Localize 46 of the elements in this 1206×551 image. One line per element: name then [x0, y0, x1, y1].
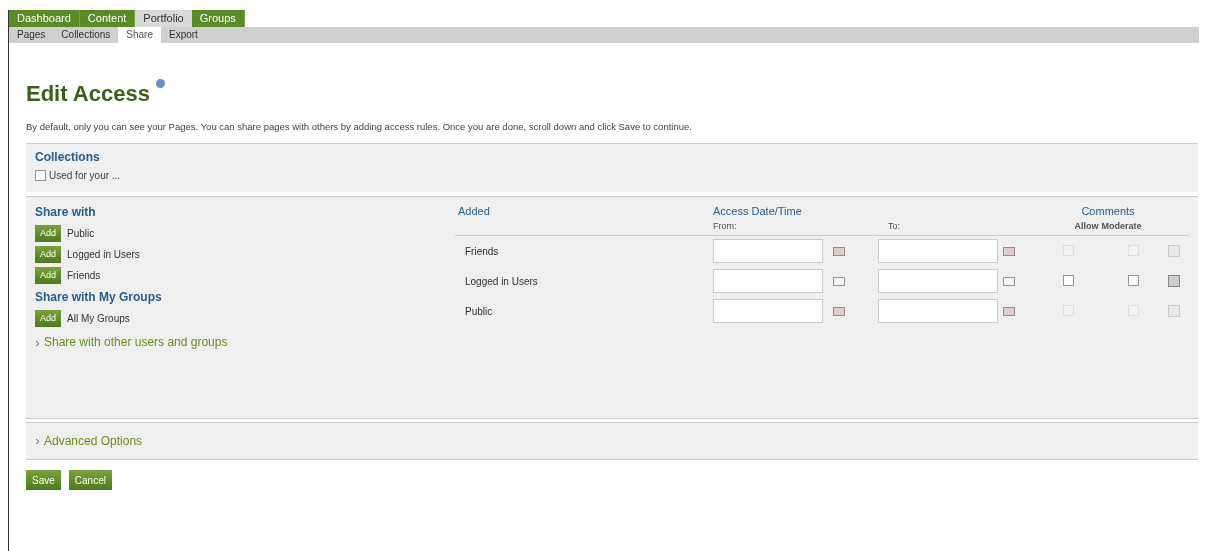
nav-tab[interactable]: Dashboard	[9, 10, 80, 27]
column-subheader: To:	[888, 219, 900, 233]
add-button[interactable]: Add	[35, 310, 61, 328]
date-field[interactable]	[878, 269, 998, 294]
form-button[interactable]: Cancel	[68, 470, 112, 491]
section-heading: Share with My Groups	[35, 289, 163, 307]
section-heading: Share with	[35, 204, 97, 222]
access-row-name: Friends	[464, 244, 500, 259]
column-header: Access Date/Time	[713, 204, 803, 220]
sub-tab[interactable]: Share	[118, 27, 161, 43]
checkbox[interactable]	[35, 170, 46, 182]
calendar-icon[interactable]	[833, 277, 845, 287]
add-button[interactable]: Add	[35, 267, 61, 285]
access-row-name: Logged in Users	[464, 274, 539, 289]
share-option: Public	[67, 226, 95, 242]
expand-link[interactable]: Share with other users and groups	[35, 335, 260, 350]
chevron-icon	[35, 437, 40, 445]
column-subheader: From:	[713, 219, 738, 233]
checkbox-label: Used for your ...	[49, 169, 121, 184]
share-option: Friends	[67, 268, 101, 284]
add-button[interactable]: Add	[35, 246, 61, 264]
expand-link[interactable]: Advanced Options	[35, 432, 143, 451]
column-header: Comments	[1081, 204, 1135, 220]
column-subheader: Moderate	[1101, 219, 1142, 233]
checkbox[interactable]	[1063, 275, 1074, 287]
date-field[interactable]	[713, 269, 823, 294]
add-button[interactable]: Add	[35, 225, 61, 243]
form-button[interactable]: Save	[26, 470, 61, 491]
description: By default, only you can see your Pages. You can share pages with others by adding access rules. Once you are done, scroll down and click Save to continue.	[26, 120, 693, 134]
sub-tab[interactable]: Export	[160, 27, 206, 43]
column-header: Added	[457, 204, 491, 220]
share-option: All My Groups	[67, 311, 130, 327]
checkbox[interactable]	[1128, 275, 1139, 287]
column-subheader: Allow	[1074, 219, 1099, 233]
nav-tab[interactable]: Content	[79, 10, 136, 27]
share-option: Logged in Users	[67, 247, 140, 263]
sub-tab[interactable]: Collections	[53, 27, 119, 43]
calendar-icon[interactable]	[1003, 277, 1015, 287]
section-heading: Collections	[35, 149, 101, 167]
sub-tab[interactable]: Pages	[9, 27, 54, 43]
chevron-icon	[35, 339, 40, 347]
page-title: Edit Access	[26, 80, 150, 108]
help-icon[interactable]	[155, 79, 165, 88]
access-row-name: Public	[464, 304, 494, 319]
nav-tab[interactable]: Groups	[191, 10, 245, 27]
nav-tab[interactable]: Portfolio	[135, 10, 192, 27]
